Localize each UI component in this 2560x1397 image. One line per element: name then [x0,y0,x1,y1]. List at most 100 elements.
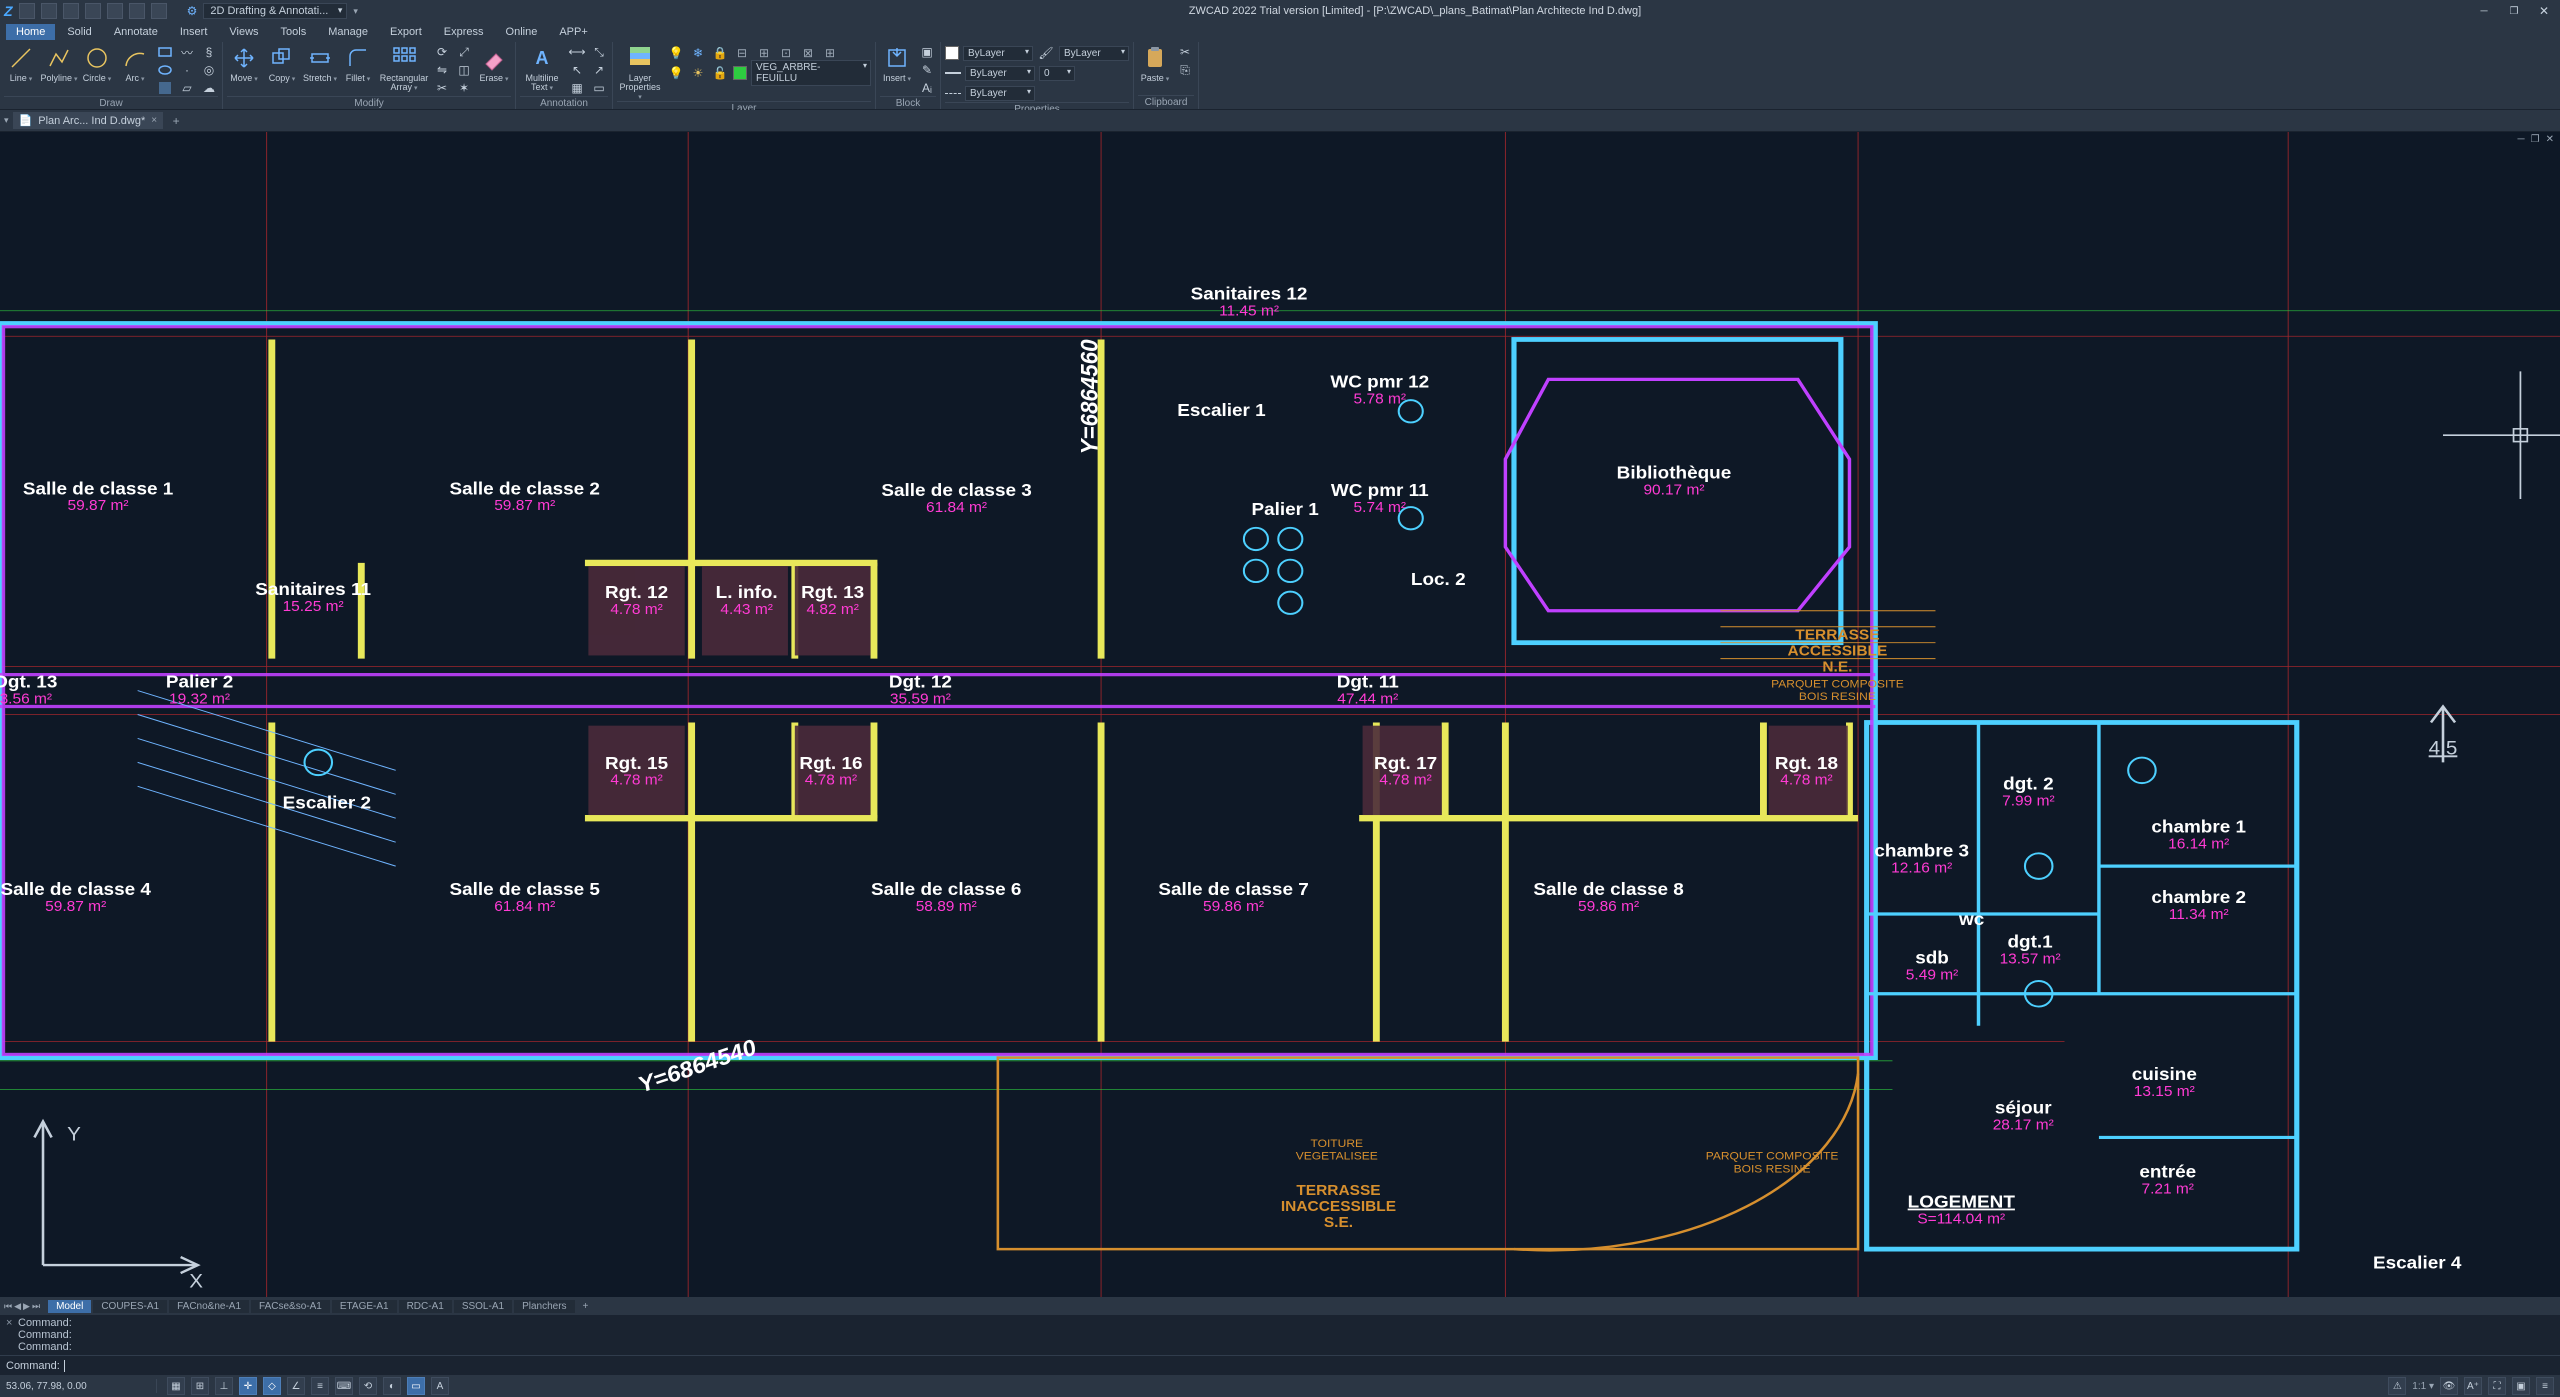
qat-plot[interactable] [107,3,123,19]
layer-unlock-icon[interactable]: 🔓 [711,65,729,81]
match-props-icon[interactable]: 🖌 [1037,45,1055,61]
maximize-button[interactable]: ❐ [2502,2,2526,20]
qat-new[interactable] [19,3,35,19]
layer-walk-icon[interactable]: ⊞ [821,45,839,61]
qat-saveas[interactable] [85,3,101,19]
layout-tab-1[interactable]: COUPES-A1 [93,1300,167,1313]
tool-point[interactable]: · [178,62,196,78]
tool-copy[interactable]: Copy [265,44,299,83]
tool-cut[interactable]: ✂ [1176,44,1194,60]
tool-array[interactable]: Rectangular Array [379,44,429,92]
document-tab-close[interactable]: × [151,115,157,126]
status-otrack[interactable]: ∠ [287,1377,305,1395]
status-annomonitor[interactable]: ⚠ [2388,1377,2406,1395]
status-osnap[interactable]: ◇ [263,1377,281,1395]
tab-insert[interactable]: Insert [170,24,218,40]
tool-polyline[interactable]: Polyline [42,44,76,83]
tool-rotate[interactable]: ⟳ [433,44,451,60]
layout-tab-7[interactable]: Planchers [514,1300,574,1313]
color-dropdown[interactable]: ByLayer [963,46,1033,61]
tool-table[interactable]: ▦ [568,80,586,96]
document-tab[interactable]: 📄 Plan Arc... Ind D.dwg* × [13,112,164,129]
doc-tab-menu-icon[interactable]: ▾ [4,115,9,126]
tool-spline[interactable]: 〰 [178,44,196,60]
tool-stretch[interactable]: Stretch [303,44,337,83]
layout-tab-2[interactable]: FACno&ne-A1 [169,1300,249,1313]
tool-paste[interactable]: Paste [1138,44,1172,83]
qat-redo[interactable] [151,3,167,19]
tool-scale[interactable]: ⤢ [455,44,473,60]
layout-nav-prev[interactable]: ◀ [14,1301,21,1312]
status-fullscreen[interactable]: ⛶ [2488,1377,2506,1395]
command-line[interactable]: Command: [0,1355,2560,1375]
status-clean[interactable]: ▣ [2512,1377,2530,1395]
tool-erase[interactable]: Erase [477,44,511,83]
tab-tools[interactable]: Tools [271,24,317,40]
tool-layer-props[interactable]: Layer Properties [617,44,663,101]
status-model[interactable]: ▭ [407,1377,425,1395]
qat-undo[interactable] [129,3,145,19]
transparency-dropdown[interactable]: 0 [1039,66,1075,81]
tool-block-create[interactable]: ▣ [918,44,936,60]
command-history-close[interactable]: × [6,1317,18,1353]
tab-annotate[interactable]: Annotate [104,24,168,40]
tool-explode[interactable]: ✶ [455,80,473,96]
close-button[interactable]: ✕ [2532,2,2556,20]
tool-leader[interactable]: ↖ [568,62,586,78]
tool-field[interactable]: ▭ [590,80,608,96]
tab-solid[interactable]: Solid [57,24,101,40]
tool-insert[interactable]: Insert [880,44,914,83]
tool-ellipse[interactable] [156,62,174,78]
status-dyn[interactable]: ⌨ [335,1377,353,1395]
status-polar[interactable]: ✛ [239,1377,257,1395]
tool-mtext[interactable]: AMultiline Text [520,44,564,92]
tool-cloud[interactable]: ☁ [200,80,218,96]
status-transparency[interactable]: ◐ [383,1377,401,1395]
tool-mleader[interactable]: ↗ [590,62,608,78]
status-cycle[interactable]: ⟲ [359,1377,377,1395]
tool-hatch[interactable] [156,80,174,96]
tool-arc[interactable]: Arc [118,44,152,83]
status-ortho[interactable]: ⊥ [215,1377,233,1395]
tool-copy-clip[interactable]: ⎘ [1176,62,1194,78]
color-swatch[interactable] [945,46,959,60]
tab-home[interactable]: Home [6,24,55,40]
tool-mirror[interactable]: ⇋ [433,62,451,78]
lineweight-dropdown[interactable]: ByLayer [965,66,1035,81]
linetype-dropdown[interactable]: ByLayer [1059,46,1129,61]
minimize-button[interactable]: ─ [2472,2,2496,20]
layout-tab-4[interactable]: ETAGE-A1 [332,1300,397,1313]
tool-dimaligned[interactable]: ⤡ [590,44,608,60]
layer-lock-icon[interactable]: 🔒 [711,45,729,61]
layout-tab-add[interactable]: + [577,1301,595,1312]
layout-nav-next[interactable]: ▶ [23,1301,30,1312]
tool-offset[interactable]: ◫ [455,62,473,78]
tab-views[interactable]: Views [219,24,268,40]
tab-online[interactable]: Online [496,24,548,40]
tool-trim[interactable]: ✂ [433,80,451,96]
status-annovis[interactable]: 👁 [2440,1377,2458,1395]
status-annoscale[interactable]: A [431,1377,449,1395]
layout-tab-3[interactable]: FACse&so-A1 [251,1300,330,1313]
layer-prev-icon[interactable]: ⊞ [755,45,773,61]
status-customize[interactable]: ≡ [2536,1377,2554,1395]
tool-move[interactable]: Move [227,44,261,83]
layout-nav-first[interactable]: ⏮ [4,1301,12,1312]
tab-export[interactable]: Export [380,24,432,40]
tool-fillet[interactable]: Fillet [341,44,375,83]
tool-block-attr[interactable]: Aᵢ [918,80,936,96]
tool-donut[interactable]: ◎ [200,62,218,78]
tool-helix[interactable]: § [200,44,218,60]
tool-block-edit[interactable]: ✎ [918,62,936,78]
status-grid-display[interactable]: ▦ [167,1377,185,1395]
layer-state-icon[interactable]: ⊡ [777,45,795,61]
tool-region[interactable]: ▱ [178,80,196,96]
tool-circle[interactable]: Circle [80,44,114,83]
layer-freeze-icon[interactable]: ❄ [689,45,707,61]
layer-iso-icon[interactable]: ⊠ [799,45,817,61]
tab-express[interactable]: Express [434,24,494,40]
qat-save[interactable] [63,3,79,19]
tool-line[interactable]: Line [4,44,38,83]
workspace-dropdown[interactable]: 2D Drafting & Annotati... [203,3,347,19]
qat-open[interactable] [41,3,57,19]
